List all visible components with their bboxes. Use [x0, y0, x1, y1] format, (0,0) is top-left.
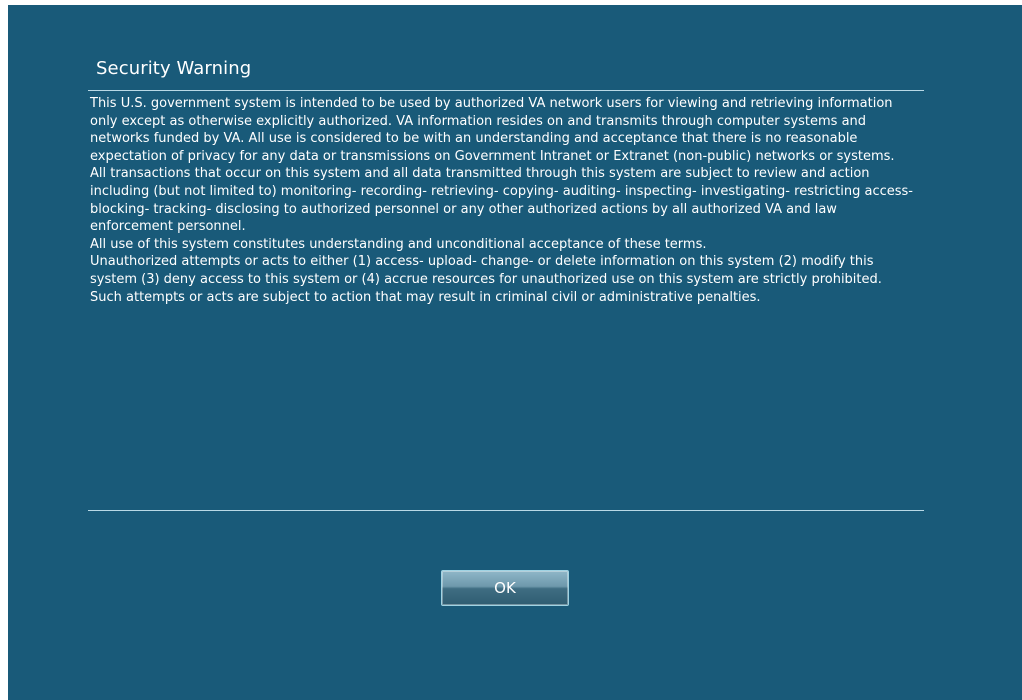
- ok-button[interactable]: OK: [441, 570, 569, 606]
- warning-paragraph: All use of this system constitutes under…: [90, 236, 707, 252]
- dialog-title: Security Warning: [96, 58, 252, 79]
- warning-paragraph: Such attempts or acts are subject to act…: [90, 289, 761, 305]
- footer-divider: [88, 510, 924, 511]
- warning-message: This U.S. government system is intended …: [90, 95, 922, 306]
- warning-paragraph: Unauthorized attempts or acts to either …: [90, 254, 882, 287]
- warning-paragraph: All transactions that occur on this syst…: [90, 166, 913, 235]
- title-divider: [88, 90, 924, 91]
- logon-screen-background: Security Warning This U.S. government sy…: [8, 5, 1022, 700]
- warning-paragraph: This U.S. government system is intended …: [90, 96, 895, 164]
